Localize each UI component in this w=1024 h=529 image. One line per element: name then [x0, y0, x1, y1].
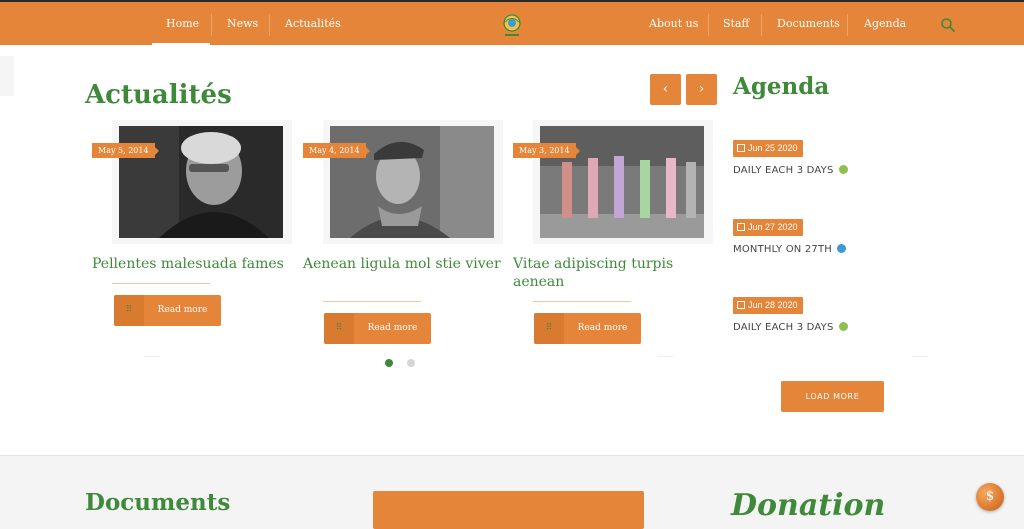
calendar-icon: [737, 223, 745, 231]
agenda-event[interactable]: MONTHLY ON 27TH: [733, 244, 847, 255]
emblem-logo[interactable]: [500, 12, 524, 40]
agenda-date-badge[interactable]: Jun 25 2020: [733, 140, 803, 157]
nav-divider: [211, 14, 212, 36]
news-date-badge: May 3, 2014: [513, 143, 580, 158]
agenda-recurrence: DAILY EACH 3 DAYS: [733, 322, 834, 333]
category-dot: [838, 165, 848, 174]
side-tab[interactable]: [0, 56, 14, 96]
category-dot: [838, 322, 848, 331]
documents-panel[interactable]: [373, 491, 644, 529]
title-underline: [533, 301, 631, 302]
divider: [657, 356, 673, 357]
news-date-badge: May 5, 2014: [92, 143, 159, 158]
photo-frame: [323, 120, 503, 244]
agenda-date: Jun 27 2020: [748, 222, 798, 232]
agenda-date: Jun 28 2020: [748, 300, 798, 310]
news-card-title[interactable]: Pellentes malesuada fames: [92, 255, 302, 273]
nav-divider: [761, 14, 762, 36]
top-navigation-bar: Home News Actualités About us Staff Docu…: [0, 0, 1024, 45]
nav-divider: [269, 14, 270, 36]
agenda-recurrence: DAILY EACH 3 DAYS: [733, 165, 834, 176]
news-card-title[interactable]: Vitae adipiscing turpis aenean: [513, 255, 723, 291]
carousel-prev-button[interactable]: ‹: [650, 74, 681, 105]
chevron-left-icon: ‹: [662, 81, 669, 97]
nav-documents[interactable]: Documents: [777, 17, 840, 30]
donation-section-title: Donation: [731, 488, 886, 523]
donate-fab-button[interactable]: $: [976, 483, 1004, 511]
search-icon[interactable]: [940, 17, 956, 33]
news-section-title: Actualités: [85, 80, 232, 110]
documents-section-title: Documents: [85, 489, 231, 516]
photo-frame: [112, 120, 292, 244]
agenda-event[interactable]: DAILY EACH 3 DAYS: [733, 165, 848, 176]
nav-active-indicator: [152, 43, 210, 45]
grid-icon: ⠿: [324, 313, 354, 344]
news-date-badge: May 4, 2014: [303, 143, 370, 158]
agenda-section-title: Agenda: [733, 73, 830, 100]
nav-agenda[interactable]: Agenda: [864, 17, 906, 30]
nav-about-us[interactable]: About us: [649, 17, 698, 30]
agenda-date-badge[interactable]: Jun 28 2020: [733, 297, 803, 314]
read-more-label: Read more: [157, 305, 208, 315]
read-more-label: Read more: [577, 323, 628, 333]
agenda-event[interactable]: DAILY EACH 3 DAYS: [733, 322, 848, 333]
read-more-button[interactable]: ⠿ Read more: [114, 295, 221, 326]
read-more-button[interactable]: ⠿ Read more: [534, 313, 641, 344]
carousel-dot[interactable]: [407, 359, 415, 367]
calendar-icon: [737, 301, 745, 309]
grid-icon: ⠿: [114, 295, 144, 326]
agenda-date: Jun 25 2020: [748, 143, 798, 153]
nav-actualites[interactable]: Actualités: [285, 17, 341, 30]
nav-divider: [847, 14, 848, 36]
chevron-right-icon: ›: [698, 81, 705, 97]
nav-home[interactable]: Home: [166, 17, 199, 30]
nav-staff[interactable]: Staff: [723, 17, 749, 30]
grid-icon: ⠿: [534, 313, 564, 344]
carousel-dot-active[interactable]: [385, 359, 393, 367]
load-more-button[interactable]: LOAD MORE: [781, 381, 884, 412]
news-card-title[interactable]: Aenean ligula mol stie viver: [303, 255, 513, 273]
nav-news[interactable]: News: [227, 17, 258, 30]
read-more-button[interactable]: ⠿ Read more: [324, 313, 431, 344]
agenda-recurrence: MONTHLY ON 27TH: [733, 244, 833, 255]
divider: [144, 356, 160, 357]
divider: [912, 356, 928, 357]
title-underline: [112, 283, 210, 284]
dollar-icon: $: [985, 489, 995, 504]
nav-divider: [708, 14, 709, 36]
read-more-label: Read more: [367, 323, 418, 333]
category-dot: [837, 244, 847, 253]
carousel-next-button[interactable]: ›: [686, 74, 717, 105]
agenda-date-badge[interactable]: Jun 27 2020: [733, 219, 803, 236]
photo-frame: [533, 120, 713, 244]
calendar-icon: [737, 144, 745, 152]
title-underline: [323, 301, 421, 302]
